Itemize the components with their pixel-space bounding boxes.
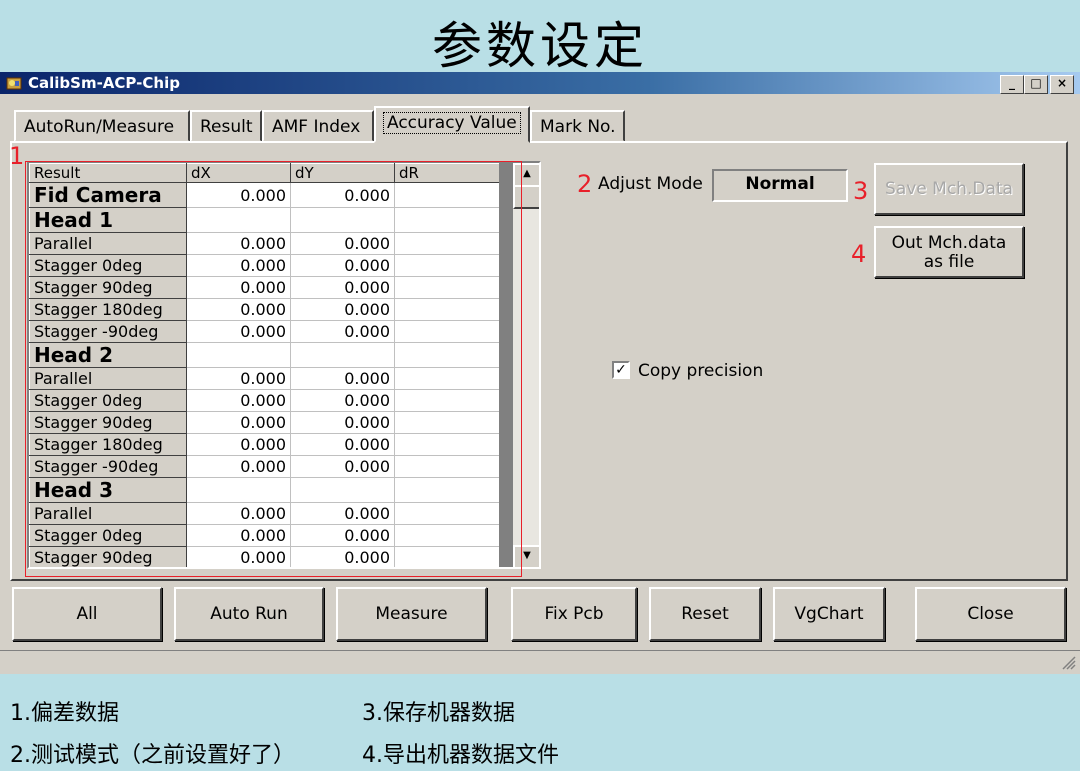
annotation-4: 4 [851,240,867,268]
note-3: 3.保存机器数据 [362,701,515,726]
window-title: CalibSm-ACP-Chip [28,74,180,92]
save-machine-data-button[interactable]: Save Mch.Data [874,163,1024,215]
annotation-3: 3 [853,177,869,205]
app-icon [6,77,22,90]
all-button[interactable]: All [12,587,162,641]
window-title-bar[interactable]: CalibSm-ACP-Chip _ □ × [0,72,1080,94]
close-button[interactable]: Close [915,587,1066,641]
note-2: 2.测试模式（之前设置好了） [10,743,295,768]
out-machine-data-file-button[interactable]: Out Mch.data as file [874,226,1024,278]
copy-precision-checkbox[interactable]: ✓ [612,361,630,379]
status-bar [0,650,1080,674]
close-window-button[interactable]: × [1050,75,1074,94]
vgchart-button[interactable]: VgChart [773,587,885,641]
tab-accuracy-value[interactable]: Accuracy Value [374,106,530,143]
adjust-mode-value: Normal [712,169,848,202]
tab-mark-no[interactable]: Mark No. [530,110,625,142]
adjust-mode-label: Adjust Mode [598,174,703,194]
resize-grip-icon[interactable] [1060,654,1076,670]
note-1: 1.偏差数据 [10,701,119,726]
tab-amf-index[interactable]: AMF Index [262,110,374,142]
fix-pcb-button[interactable]: Fix Pcb [511,587,637,641]
out-button-line2: as file [923,252,975,272]
note-4: 4.导出机器数据文件 [362,743,559,768]
measure-button[interactable]: Measure [336,587,487,641]
tab-autorun-measure[interactable]: AutoRun/Measure [14,110,190,142]
reset-button[interactable]: Reset [649,587,761,641]
auto-run-button[interactable]: Auto Run [174,587,324,641]
grid-highlight-box [25,161,522,577]
annotation-2: 2 [577,170,593,198]
maximize-button[interactable]: □ [1024,75,1048,94]
tab-result[interactable]: Result [190,110,262,142]
out-button-line1: Out Mch.data [891,233,1007,253]
slide-title: 参数设定 [432,17,648,75]
copy-precision-label[interactable]: Copy precision [638,361,763,381]
minimize-button[interactable]: _ [1000,75,1024,94]
annotation-1: 1 [9,142,25,170]
